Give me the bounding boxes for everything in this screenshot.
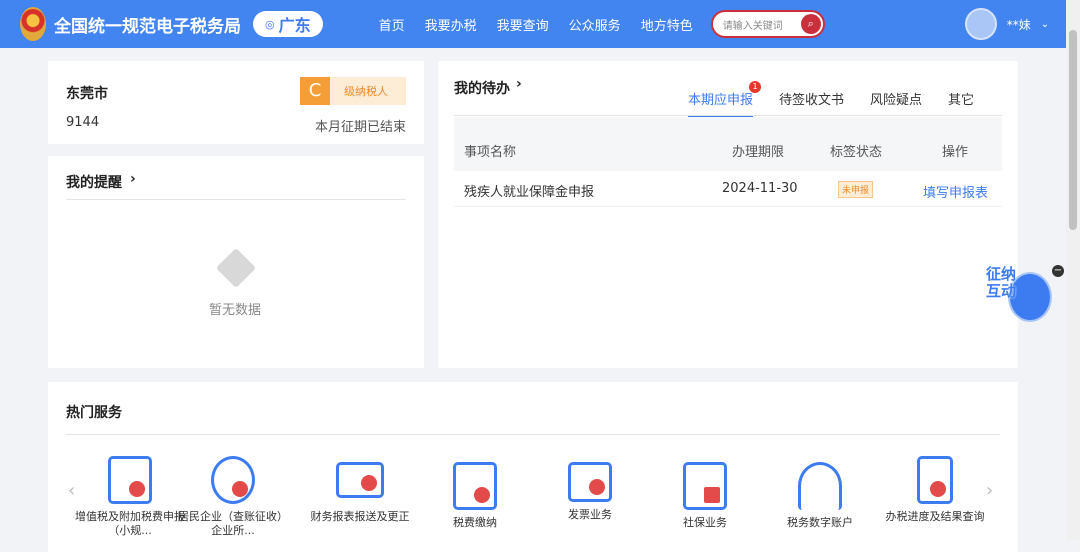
tab-documents[interactable]: 待签收文书 [779, 89, 844, 118]
chevron-right-icon[interactable]: › [130, 171, 136, 187]
region-label: 广东 [278, 16, 311, 35]
column-header: 办理期限 [732, 145, 785, 160]
count-badge: 1 [749, 81, 762, 93]
services-title: 热门服务 [66, 405, 122, 421]
column-header: 标签状态 [830, 145, 883, 160]
todo-card: 我的待办 › 本期应申报 1 待签收文书 风险疑点 其它 事项名称 办理期限 标签… [438, 61, 1018, 368]
column-header: 操作 [942, 145, 969, 160]
service-corporate-income[interactable]: 居民企业（查账征收）企业所... [178, 456, 288, 538]
nav-local-feature[interactable]: 地方特色 [641, 15, 693, 34]
deadline: 2024-11-30 [722, 181, 798, 196]
reminder-card: 我的提醒 › 暂无数据 [48, 156, 424, 368]
table-row: 残疾人就业保障金申报 2024-11-30 未申报 填写申报表 [454, 171, 1002, 207]
location-icon: ◎ [265, 17, 275, 31]
service-social-security[interactable]: 社保业务 [650, 462, 760, 530]
search-placeholder: 请输入关键词 [722, 20, 783, 32]
avatar[interactable] [964, 8, 997, 40]
user-account-icon [798, 462, 842, 510]
credit-grade-badge: C 级纳税人 [300, 77, 406, 105]
service-vat-declaration[interactable]: 增值税及附加税费申报（小规... [75, 456, 185, 538]
user-name[interactable]: **妹 [1007, 16, 1031, 33]
tab-other[interactable]: 其它 [948, 89, 974, 118]
interaction-float-button[interactable]: 征纳互动 [986, 266, 1052, 326]
service-label: 社保业务 [683, 516, 727, 529]
enterprise-edit-icon [211, 456, 255, 504]
nav-do-tax[interactable]: 我要办税 [425, 15, 477, 34]
item-name: 残疾人就业保障金申报 [464, 185, 595, 200]
nav-home[interactable]: 首页 [379, 15, 405, 34]
main-nav: 首页 我要办税 我要查询 公众服务 地方特色 [379, 15, 693, 34]
site-title: 全国统一规范电子税务局 [54, 16, 241, 37]
city-name: 东莞市 [66, 86, 108, 102]
search-input[interactable]: 请输入关键词 ⌕ [710, 10, 825, 38]
service-label: 发票业务 [568, 508, 612, 521]
document-search-icon [917, 456, 953, 504]
todo-tabs: 本期应申报 1 待签收文书 风险疑点 其它 [688, 81, 974, 118]
service-label: 税费缴纳 [453, 516, 497, 529]
grade-letter: C [300, 77, 330, 105]
scrollbar[interactable] [1066, 0, 1080, 540]
tab-current-declaration[interactable]: 本期应申报 1 [688, 81, 762, 118]
period-status: 本月征期已结束 [314, 120, 406, 135]
grade-label: 级纳税人 [344, 85, 388, 98]
nav-query[interactable]: 我要查询 [497, 15, 549, 34]
empty-box-icon [215, 247, 257, 289]
service-label: 办税进度及结果查询 [885, 510, 985, 523]
chevron-right-icon[interactable]: › [516, 76, 522, 92]
todo-title[interactable]: 我的待办 [454, 78, 510, 98]
service-progress-query[interactable]: 办税进度及结果查询 [880, 456, 990, 524]
divider [66, 199, 406, 200]
empty-text: 暂无数据 [209, 303, 262, 318]
taxpayer-id: 9144 [66, 115, 100, 130]
collapse-icon[interactable]: − [1052, 265, 1064, 277]
status-badge: 未申报 [838, 181, 874, 198]
service-label: 居民企业（查账征收）企业所... [178, 510, 288, 537]
service-label: 税务数字账户 [787, 516, 853, 529]
service-tax-payment[interactable]: 税费缴纳 [420, 462, 530, 530]
table-header: 事项名称 办理期限 标签状态 操作 [454, 117, 1002, 171]
payment-hand-icon [453, 462, 497, 510]
service-label: 增值税及附加税费申报（小规... [75, 510, 185, 537]
tab-risks[interactable]: 风险疑点 [870, 89, 922, 118]
document-user-icon [108, 456, 152, 504]
invoice-ticket-icon [568, 462, 612, 502]
reminder-title[interactable]: 我的提醒 [66, 172, 122, 192]
service-digital-account[interactable]: 税务数字账户 [765, 462, 875, 530]
float-label: 征纳互动 [986, 265, 1017, 300]
tab-label: 本期应申报 [688, 93, 754, 108]
region-selector[interactable]: ◎ 广东 [253, 11, 323, 37]
fill-declaration-link[interactable]: 填写申报表 [923, 182, 988, 201]
service-invoice[interactable]: 发票业务 [535, 462, 645, 522]
report-send-icon [336, 462, 384, 498]
search-icon[interactable]: ⌕ [800, 14, 821, 34]
taxpayer-card: 东莞市 9144 C 级纳税人 本月征期已结束 [48, 61, 424, 144]
service-label: 财务报表报送及更正 [310, 510, 410, 523]
nav-public-service[interactable]: 公众服务 [569, 15, 621, 34]
scrollbar-thumb[interactable] [1069, 30, 1077, 230]
chevron-down-icon[interactable]: ⌄ [1041, 19, 1049, 30]
tax-emblem-logo [20, 7, 46, 41]
top-header: 全国统一规范电子税务局 ◎ 广东 首页 我要办税 我要查询 公众服务 地方特色 请… [0, 0, 1066, 48]
column-header: 事项名称 [464, 145, 517, 160]
divider [66, 434, 1000, 435]
social-security-icon [683, 462, 727, 510]
divider [454, 115, 1002, 116]
service-financial-report[interactable]: 财务报表报送及更正 [305, 456, 415, 524]
